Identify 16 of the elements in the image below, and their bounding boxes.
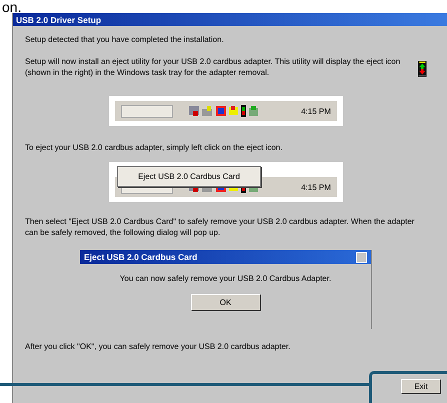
tray-clock: 4:15 PM bbox=[301, 182, 331, 192]
window-title: USB 2.0 Driver Setup bbox=[16, 14, 102, 24]
exit-button[interactable]: Exit bbox=[401, 379, 441, 394]
dialog-title: Eject USB 2.0 Cardbus Card bbox=[84, 252, 198, 262]
dialog-message: You can now safely remove your USB 2.0 Cardbus Adapter. bbox=[118, 273, 332, 285]
install-note: Setup will now install an eject utility for your USB 2.0 cardbus adapter. This utility will display the eject icon (shown in the right) in the Windows task tray for the adapter removal. bbox=[25, 56, 402, 78]
ok-button[interactable]: OK bbox=[190, 294, 260, 311]
eject-instruction: To eject your USB 2.0 cardbus adapter, simply left click on the eject icon. bbox=[25, 142, 284, 153]
intro-text: Setup detected that you have completed the installation. bbox=[25, 34, 225, 45]
tray-clock: 4:15 PM bbox=[301, 106, 331, 116]
taskbar-field bbox=[121, 104, 174, 118]
context-menu[interactable]: Eject USB 2.0 Cardbus Card bbox=[117, 166, 261, 187]
select-instruction: Then select "Eject USB 2.0 Cardbus Card" to safely remove your USB 2.0 cardbus adapter. When the adapter can be safely removed, the following dialog will pop up. bbox=[25, 216, 416, 238]
caption-text: on. bbox=[1, 0, 22, 13]
after-note: After you click "OK", you can safely remove your USB 2.0 cardbus adapter. bbox=[25, 341, 292, 352]
close-icon[interactable] bbox=[356, 252, 367, 262]
